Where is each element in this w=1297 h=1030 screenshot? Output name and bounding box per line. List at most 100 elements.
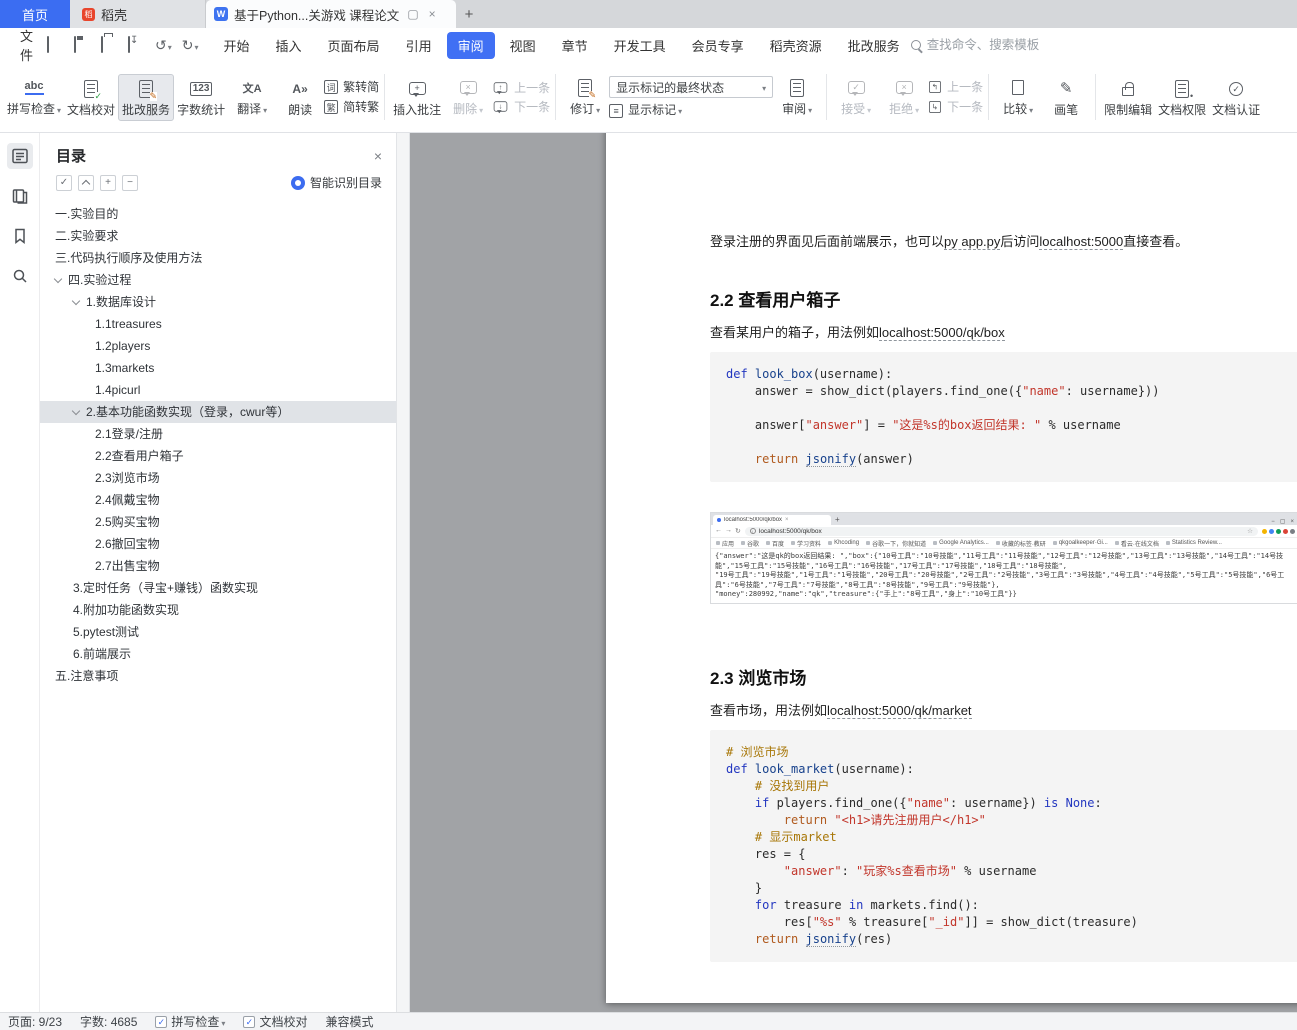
toc-item[interactable]: 2.4佩戴宝物 (40, 489, 396, 511)
toc-item[interactable]: 6.前端展示 (40, 643, 396, 665)
chevron-down-icon[interactable] (53, 274, 63, 283)
menu-tab-插入[interactable]: 插入 (265, 32, 313, 59)
menu-tab-开发工具[interactable]: 开发工具 (603, 32, 677, 59)
embedded-browser-screenshot[interactable]: localhost:5000/qk/box × + − ▢ × ← → ↻ i loca… (710, 512, 1297, 604)
export-pdf-icon[interactable] (128, 36, 145, 53)
next-comment-button[interactable]: ↓ 下一条 (492, 100, 550, 114)
menu-tab-引用[interactable]: 引用 (395, 32, 443, 59)
menu-tab-会员专享[interactable]: 会员专享 (681, 32, 755, 59)
doc-permission-button[interactable]: • 文档权限 (1155, 75, 1209, 120)
toc-item[interactable]: 2.7出售宝物 (40, 555, 396, 577)
track-changes-button[interactable]: ✎ 修订 (561, 74, 609, 121)
new-document-icon[interactable] (47, 36, 64, 53)
toc-collapse-all-icon[interactable] (78, 174, 94, 191)
toc-item[interactable]: 5.pytest测试 (40, 621, 396, 643)
word-count-indicator[interactable]: 字数: 4685 (80, 1013, 137, 1030)
toc-item[interactable]: 三.代码执行顺序及使用方法 (40, 247, 396, 269)
redo-icon[interactable]: ↻▾ (182, 37, 199, 54)
menu-tab-章节[interactable]: 章节 (551, 32, 599, 59)
toc-item[interactable]: 2.3浏览市场 (40, 467, 396, 489)
show-markup-button[interactable]: ≡ 显示标记 (609, 104, 773, 118)
toc-item[interactable]: 1.1treasures (40, 313, 396, 335)
toc-close-icon[interactable]: × (374, 148, 382, 164)
toc-item[interactable]: 一.实验目的 (40, 203, 396, 225)
chevron-down-icon[interactable] (71, 406, 81, 415)
outline-panel-icon[interactable] (6, 143, 33, 169)
toc-item[interactable]: 二.实验要求 (40, 225, 396, 247)
document-page[interactable]: 登录注册的界面见后面前端展示，也可以py app.py后访问localhost:… (606, 133, 1297, 1003)
tab-close-icon[interactable]: × (427, 7, 438, 21)
next-change-button[interactable]: ↳ 下一条 (928, 100, 983, 114)
toc-item[interactable]: 1.数据库设计 (40, 291, 396, 313)
search-input[interactable] (926, 38, 1077, 52)
tab-preview-icon[interactable]: ▢ (405, 7, 420, 21)
toc-item[interactable]: 3.定时任务（寻宝+赚钱）函数实现 (40, 577, 396, 599)
trad-to-simp-button[interactable]: 词 繁转简 (324, 80, 379, 94)
shot-bookmark: Statistics Review... (1165, 540, 1222, 546)
spell-check-toggle[interactable]: ✓ 拼写检查 (155, 1013, 225, 1030)
undo-icon[interactable]: ↺▾ (155, 37, 172, 54)
command-search[interactable] (910, 38, 1077, 52)
translate-button[interactable]: 文A 翻译 (228, 74, 276, 121)
smart-recognize-toc-button[interactable]: 智能识别目录 (290, 174, 382, 191)
compat-mode-indicator[interactable]: 兼容模式 (325, 1013, 373, 1030)
compare-button[interactable]: 比较 (994, 74, 1042, 121)
toc-expand-icon[interactable]: + (100, 174, 116, 191)
toc-item[interactable]: 2.基本功能函数实现（登录，cwur等） (40, 401, 396, 423)
wps-writer-window: 首页 稻 稻壳 W 基于Python...关游戏 课程论文 ▢ × + 文件 ↺… (0, 0, 1297, 1030)
toc-item[interactable]: 2.6撤回宝物 (40, 533, 396, 555)
menu-bar: 文件 ↺▾ ↻▾ 开始插入页面布局引用审阅视图章节开发工具会员专享稻壳资源批改服… (0, 28, 1297, 63)
document-tab[interactable]: W 基于Python...关游戏 课程论文 ▢ × (206, 0, 456, 28)
toc-item[interactable]: 4.附加功能函数实现 (40, 599, 396, 621)
toc-item[interactable]: 1.3markets (40, 357, 396, 379)
toc-item[interactable]: 2.5购买宝物 (40, 511, 396, 533)
menu-tab-批改服务[interactable]: 批改服务 (837, 32, 911, 59)
find-icon[interactable] (7, 263, 33, 289)
new-tab-button[interactable]: + (456, 0, 482, 28)
menu-tab-视图[interactable]: 视图 (499, 32, 547, 59)
toc-item[interactable]: 1.2players (40, 335, 396, 357)
prev-change-button[interactable]: ↰ 上一条 (928, 80, 983, 94)
shot-favicon (717, 518, 721, 522)
read-aloud-button[interactable]: A» 朗读 (276, 75, 324, 120)
toc-item[interactable]: 2.1登录/注册 (40, 423, 396, 445)
toc-collapse-icon[interactable]: − (122, 174, 138, 191)
toc-item[interactable]: 1.4picurl (40, 379, 396, 401)
review-pane-button[interactable]: 审阅 (773, 74, 821, 121)
spell-check-button[interactable]: abc 拼写检查 (4, 74, 64, 121)
bookmark-icon[interactable] (7, 223, 33, 249)
chapter-nav-icon[interactable] (7, 183, 33, 209)
delete-comment-button[interactable]: × 删除 (444, 74, 492, 121)
chevron-down-icon[interactable] (71, 296, 81, 305)
docer-tab[interactable]: 稻 稻壳 (70, 0, 206, 28)
accept-change-button[interactable]: ✓ 接受 (832, 74, 880, 121)
insert-comment-button[interactable]: + 插入批注 (390, 75, 444, 120)
markup-state-select[interactable]: 显示标记的最终状态 (609, 76, 774, 98)
menu-tab-页面布局[interactable]: 页面布局 (317, 32, 391, 59)
ink-brush-button[interactable]: ✎ 画笔 (1042, 75, 1090, 120)
ink-brush-icon: ✎ (1059, 80, 1073, 97)
toc-select-icon[interactable]: ✓ (56, 174, 72, 191)
print-icon[interactable] (101, 36, 118, 53)
reject-change-button[interactable]: × 拒绝 (880, 74, 928, 121)
prev-comment-button[interactable]: ↑ 上一条 (492, 81, 550, 95)
word-count-button[interactable]: 123 字数统计 (174, 75, 228, 120)
menu-tab-开始[interactable]: 开始 (213, 32, 261, 59)
menu-tab-稻壳资源[interactable]: 稻壳资源 (759, 32, 833, 59)
restrict-editing-button[interactable]: 限制编辑 (1101, 75, 1155, 120)
toc-item[interactable]: 2.2查看用户箱子 (40, 445, 396, 467)
save-icon[interactable] (74, 36, 91, 53)
toc-scrollbar[interactable] (397, 133, 410, 1012)
simp-to-trad-button[interactable]: 繁 简转繁 (324, 100, 379, 114)
menu-tab-审阅[interactable]: 审阅 (446, 31, 495, 59)
doc-certify-button[interactable]: 文档认证 (1209, 75, 1263, 120)
doc-proof-toggle[interactable]: ✓ 文档校对 (243, 1013, 307, 1030)
correction-service-button[interactable]: ✎ 批改服务 (118, 73, 175, 121)
read-aloud-icon: A» (292, 81, 308, 96)
toc-item[interactable]: 四.实验过程 (40, 269, 396, 291)
toc-item[interactable]: 五.注意事项 (40, 665, 396, 687)
doc-proof-button[interactable]: ✓ 文档校对 (64, 75, 118, 120)
trad-to-simp-icon: 词 (324, 80, 339, 94)
compare-icon (1012, 77, 1031, 95)
shot-json-response: {"answer":"这是qk的box返回结果: ","box":{"10号工具… (711, 549, 1297, 603)
